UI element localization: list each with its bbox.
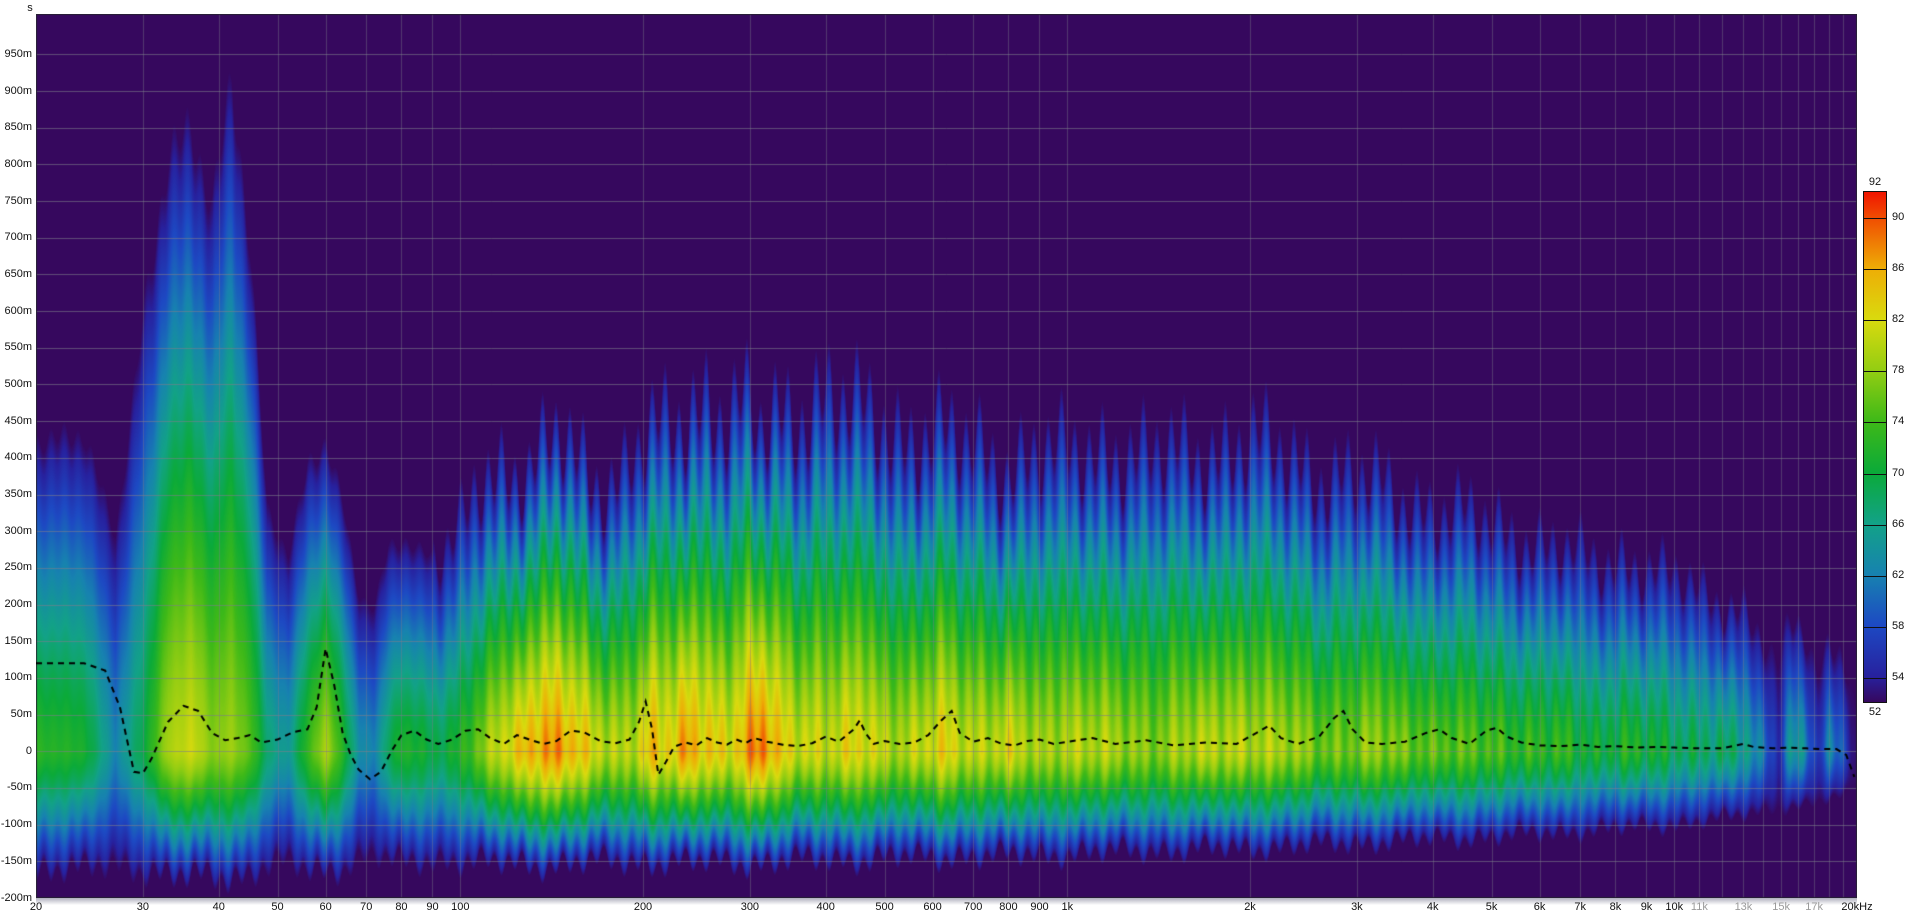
x-tick-label: 20kHz (1841, 901, 1872, 913)
y-tick-label: 350m (0, 488, 34, 501)
y-tick-label: 850m (0, 121, 34, 134)
x-tick-label: 7k (1574, 901, 1586, 913)
legend-tick-line (1864, 320, 1886, 321)
legend-tick-label: 54 (1892, 671, 1904, 684)
legend-tick-line (1864, 269, 1886, 270)
legend-tick-label: 58 (1892, 620, 1904, 633)
x-tick-label: 13k (1735, 901, 1753, 913)
x-tick-label: 90 (426, 901, 438, 913)
x-tick-label: 15k (1772, 901, 1790, 913)
y-tick-label: 650m (0, 268, 34, 281)
spectrogram-window: s 950m 900m 850m 800m 750m 700m 650m 600m 550m 50… (0, 0, 1920, 916)
legend-tick-line (1864, 218, 1886, 219)
x-tick-label: 30 (137, 901, 149, 913)
x-tick-label: 500 (875, 901, 893, 913)
legend-tick-line (1864, 576, 1886, 577)
y-tick-label: 150m (0, 635, 34, 648)
x-tick-label: 300 (741, 901, 759, 913)
x-tick-label: 10k (1665, 901, 1683, 913)
legend-tick-line (1864, 371, 1886, 372)
legend-tick-label: 74 (1892, 415, 1904, 428)
legend-tick-label: 70 (1892, 467, 1904, 480)
x-tick-label: 9k (1641, 901, 1653, 913)
x-tick-label: 100 (451, 901, 469, 913)
y-tick-label: 900m (0, 85, 34, 98)
x-tick-label: 11k (1691, 901, 1708, 913)
y-tick-label: -50m (0, 781, 34, 794)
x-tick-label: 5k (1486, 901, 1498, 913)
y-tick-label: 700m (0, 231, 34, 244)
x-tick-label: 800 (999, 901, 1017, 913)
y-tick-label: -100m (0, 818, 34, 831)
legend-tick-line (1864, 678, 1886, 679)
legend-tick-line (1864, 627, 1886, 628)
x-tick-label: 600 (923, 901, 941, 913)
x-tick-label: 1k (1061, 901, 1073, 913)
legend-tick-label: 78 (1892, 364, 1904, 377)
legend-tick-label: 66 (1892, 518, 1904, 531)
x-tick-label: 50 (271, 901, 283, 913)
x-tick-label: 20 (30, 901, 42, 913)
x-tick-label: 6k (1534, 901, 1546, 913)
legend-tick-line (1864, 525, 1886, 526)
x-tick-label: 3k (1351, 901, 1363, 913)
x-tick-label: 2k (1244, 901, 1256, 913)
y-tick-label: 800m (0, 158, 34, 171)
y-tick-label: 600m (0, 305, 34, 318)
y-tick-label: 450m (0, 415, 34, 428)
x-tick-label: 700 (964, 901, 982, 913)
y-tick-label: 550m (0, 341, 34, 354)
x-tick-label: 17k (1805, 901, 1823, 913)
legend-tick-line (1864, 422, 1886, 423)
y-tick-label: 100m (0, 671, 34, 684)
y-axis-unit-label: s (22, 2, 38, 14)
x-tick-label: 4k (1427, 901, 1439, 913)
x-tick-label: 200 (634, 901, 652, 913)
legend-tick-label: 62 (1892, 569, 1904, 582)
y-tick-label: 50m (0, 708, 34, 721)
y-tick-label: 250m (0, 561, 34, 574)
y-tick-label: 750m (0, 195, 34, 208)
legend-tick-line (1864, 474, 1886, 475)
x-tick-label: 8k (1610, 901, 1622, 913)
x-tick-label: 40 (213, 901, 225, 913)
y-tick-label: 950m (0, 48, 34, 61)
x-tick-label: 400 (817, 901, 835, 913)
y-tick-label: 300m (0, 525, 34, 538)
y-tick-label: 400m (0, 451, 34, 464)
legend-max-label: 92 (1863, 176, 1887, 188)
x-tick-label: 900 (1030, 901, 1048, 913)
spectrogram-plot-canvas[interactable] (36, 14, 1857, 898)
y-tick-label: -150m (0, 855, 34, 868)
y-tick-label: 0 (0, 745, 34, 758)
x-tick-label: 60 (319, 901, 331, 913)
legend-tick-label: 86 (1892, 262, 1904, 275)
y-tick-label: 200m (0, 598, 34, 611)
legend-gradient-bar (1863, 191, 1887, 703)
x-tick-label: 70 (360, 901, 372, 913)
x-tick-label: 80 (395, 901, 407, 913)
legend-tick-label: 90 (1892, 211, 1904, 224)
legend-tick-label: 82 (1892, 313, 1904, 326)
legend-min-label: 52 (1863, 706, 1887, 718)
y-tick-label: 500m (0, 378, 34, 391)
